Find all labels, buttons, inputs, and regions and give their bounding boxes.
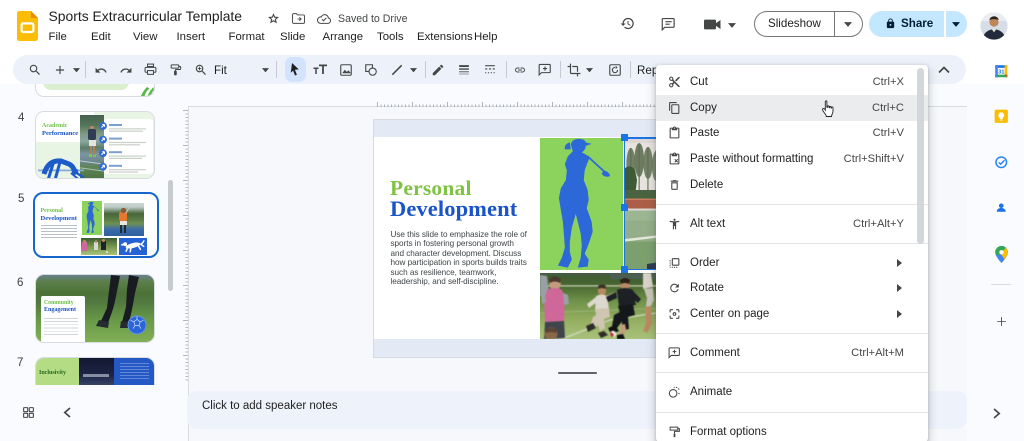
svg-text:31: 31	[998, 69, 1005, 75]
